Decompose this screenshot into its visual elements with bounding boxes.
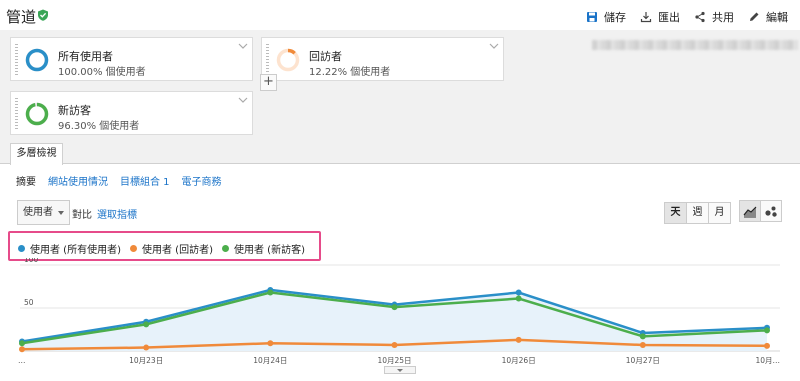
- y-tick-label: 50: [24, 298, 34, 307]
- period-day-button[interactable]: 天: [664, 202, 687, 224]
- save-button[interactable]: 儲存: [586, 9, 626, 25]
- header-actions: 儲存 匯出 共用 編輯: [586, 9, 788, 25]
- segment-donut-icon: [25, 48, 49, 72]
- subnav-ecommerce[interactable]: 電子商務: [182, 173, 222, 188]
- data-point: [143, 344, 150, 351]
- line-chart-icon: [743, 206, 757, 218]
- data-point: [764, 342, 770, 349]
- select-metric-link[interactable]: 選取指標: [97, 206, 137, 221]
- x-tick-label: …: [18, 356, 26, 365]
- data-point: [515, 295, 522, 302]
- data-point: [515, 336, 522, 343]
- share-label: 共用: [712, 11, 734, 24]
- segment-donut-icon: [276, 48, 300, 72]
- floppy-disk-icon: [587, 12, 597, 22]
- share-button[interactable]: 共用: [694, 9, 734, 25]
- legend-label: 使用者 (所有使用者): [30, 245, 121, 256]
- legend-dot: [18, 245, 25, 252]
- legend-dot: [130, 245, 137, 252]
- data-point: [19, 340, 25, 347]
- data-point: [764, 327, 770, 334]
- segment-name: 回訪者: [309, 50, 342, 63]
- legend-item-new-visitors[interactable]: 使用者 (新訪客): [222, 241, 305, 256]
- period-week-button[interactable]: 週: [686, 202, 709, 224]
- report-tab-bar: [0, 140, 800, 164]
- legend-dot: [222, 245, 229, 252]
- x-tick-label: 10月25日: [377, 356, 411, 365]
- chart-legend: 使用者 (所有使用者) 使用者 (回訪者) 使用者 (新訪客): [8, 231, 321, 261]
- legend-item-all-users[interactable]: 使用者 (所有使用者): [18, 241, 121, 256]
- data-point: [391, 304, 398, 311]
- pencil-icon: [750, 12, 759, 21]
- chevron-down-icon[interactable]: [489, 41, 499, 51]
- compare-label: 對比: [72, 210, 92, 221]
- subnav-goal-set[interactable]: 目標組合 1: [120, 173, 170, 188]
- add-segment-button[interactable]: +: [260, 74, 277, 91]
- export-button[interactable]: 匯出: [640, 9, 680, 25]
- segment-share: 12.22% 個使用者: [309, 67, 391, 78]
- x-tick-label: 10月27日: [626, 356, 660, 365]
- line-chart: 100 50 … 10月23日 10月24日 10月25日 10月26日 10月27日 10月…: [18, 258, 780, 365]
- period-month-button[interactable]: 月: [708, 202, 731, 224]
- data-point: [267, 340, 274, 347]
- redacted-account-info: [592, 40, 798, 50]
- metric-dropdown[interactable]: 使用者: [17, 200, 70, 225]
- line-chart-button[interactable]: [739, 200, 761, 222]
- subnav-summary[interactable]: 摘要: [16, 173, 36, 188]
- segment-donut-icon: [25, 102, 49, 126]
- data-point: [267, 289, 274, 296]
- subnav-site-usage[interactable]: 網站使用情況: [48, 173, 108, 188]
- metric-dropdown-value: 使用者: [23, 207, 53, 218]
- motion-chart-button[interactable]: [760, 200, 782, 222]
- chevron-down-icon[interactable]: [238, 41, 248, 51]
- save-label: 儲存: [604, 11, 626, 24]
- share-icon: [695, 11, 705, 23]
- bubble-chart-icon: [765, 206, 777, 217]
- drag-handle-icon[interactable]: [15, 44, 18, 76]
- chart-type-toggle: [739, 200, 782, 222]
- legend-label: 使用者 (回訪者): [142, 245, 213, 256]
- segment-share: 100.00% 個使用者: [58, 67, 146, 78]
- segment-name: 所有使用者: [58, 50, 113, 63]
- data-point: [143, 321, 150, 328]
- data-point: [19, 346, 25, 353]
- x-tick-label: 10月24日: [253, 356, 287, 365]
- segment-card-returning[interactable]: 回訪者 12.22% 個使用者: [261, 37, 504, 81]
- report-subnav: 摘要 網站使用情況 目標組合 1 電子商務: [16, 173, 222, 188]
- page-title: 管道: [6, 8, 37, 26]
- x-tick-label: 10月23日: [129, 356, 163, 365]
- export-label: 匯出: [658, 11, 680, 24]
- edit-button[interactable]: 編輯: [748, 9, 788, 25]
- segment-card-new-visitors[interactable]: 新訪客 96.30% 個使用者: [10, 91, 253, 135]
- caret-down-icon: [58, 211, 64, 215]
- drag-handle-icon[interactable]: [266, 44, 269, 76]
- series-area: [22, 289, 767, 351]
- x-tick-label: 10月…: [755, 356, 780, 365]
- legend-item-returning[interactable]: 使用者 (回訪者): [130, 241, 213, 256]
- x-tick-label: 10月26日: [502, 356, 536, 365]
- data-point: [639, 333, 646, 340]
- data-point: [639, 341, 646, 348]
- y-tick-label: 100: [24, 258, 39, 264]
- legend-label: 使用者 (新訪客): [234, 245, 305, 256]
- data-point: [515, 289, 522, 296]
- segment-name: 新訪客: [58, 104, 91, 117]
- chevron-down-icon[interactable]: [238, 95, 248, 105]
- page-header: 管道 儲存 匯出 共用 編輯: [0, 0, 800, 32]
- download-icon: [640, 12, 652, 23]
- edit-label: 編輯: [766, 11, 788, 24]
- drag-handle-icon[interactable]: [15, 98, 18, 130]
- segment-share: 96.30% 個使用者: [58, 121, 140, 132]
- period-toggle: 天 週 月: [664, 202, 731, 224]
- tab-explorer[interactable]: 多層檢視: [10, 143, 63, 165]
- segment-card-all-users[interactable]: 所有使用者 100.00% 個使用者: [10, 37, 253, 81]
- chart-resize-handle[interactable]: [384, 366, 416, 374]
- data-point: [391, 341, 398, 348]
- verified-shield-icon: [38, 9, 48, 21]
